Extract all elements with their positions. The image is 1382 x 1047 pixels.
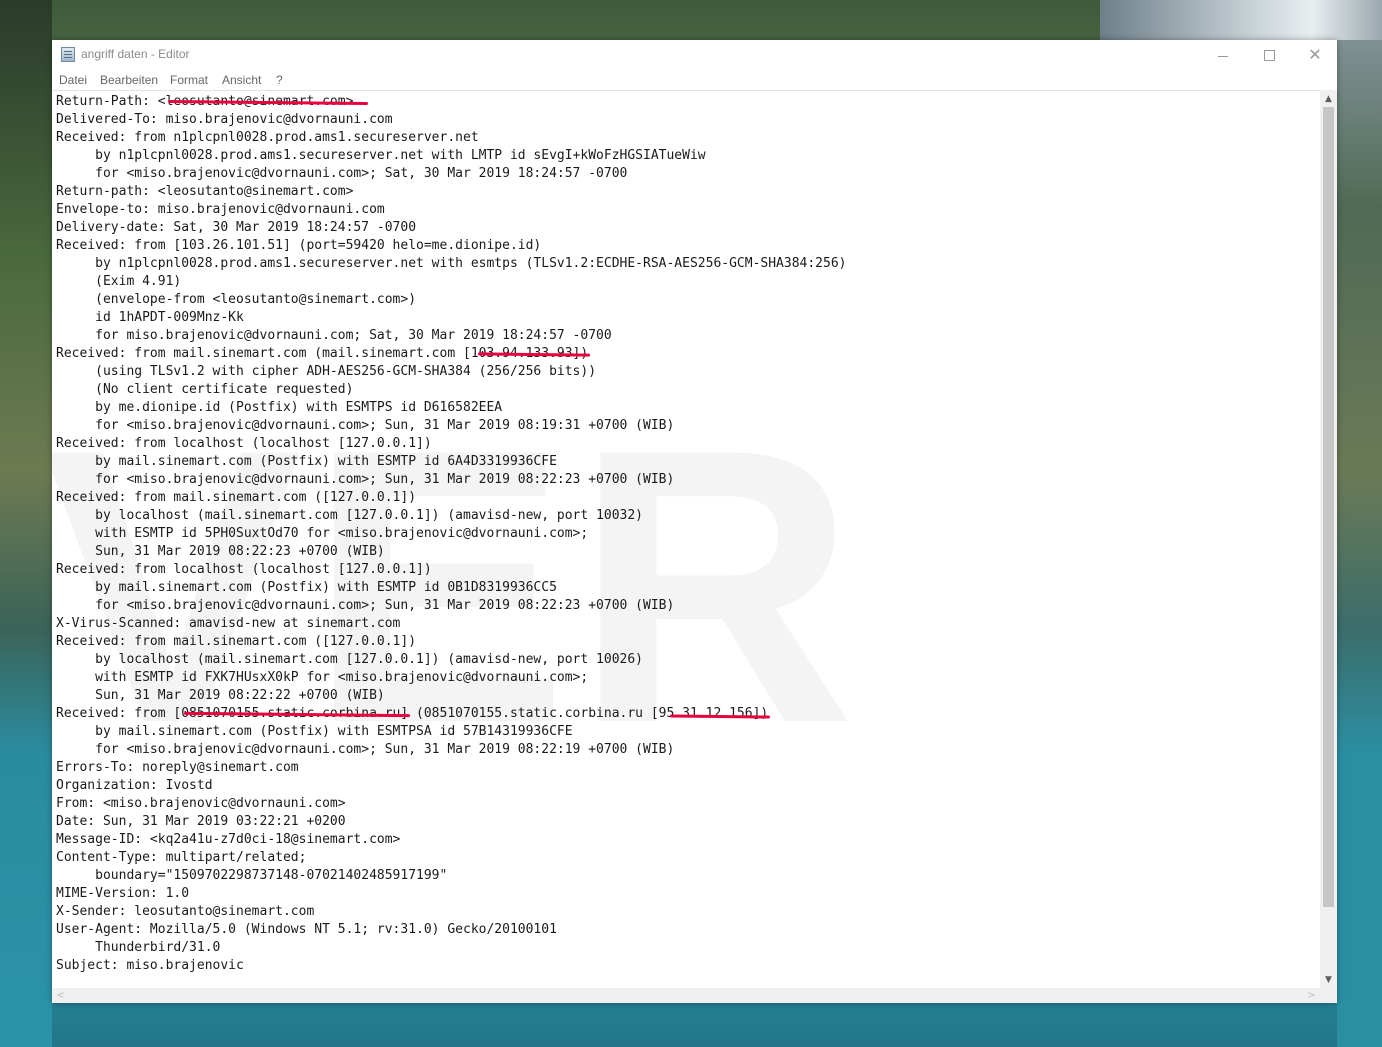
text-line: with ESMTP id FXK7HUsxX0kP for <miso.bra… <box>56 670 589 685</box>
text-line: Subject: miso.brajenovic <box>56 958 244 973</box>
menu-bearbeiten[interactable]: Bearbeiten <box>100 73 158 87</box>
text-line: Received: from [103.26.101.51] (port=594… <box>56 238 542 253</box>
text-line: Received: from localhost (localhost [127… <box>56 436 432 451</box>
vertical-scrollbar[interactable]: ▲ ▼ <box>1320 90 1337 988</box>
text-line: Sun, 31 Mar 2019 08:22:22 +0700 (WIB) <box>56 688 385 703</box>
text-line: with ESMTP id 5PH0SuxtOd70 for <miso.bra… <box>56 526 589 541</box>
text-line: Date: Sun, 31 Mar 2019 03:22:21 +0200 <box>56 814 346 829</box>
text-line: Return-path: <leosutanto@sinemart.com> <box>56 184 354 199</box>
desktop-wallpaper-left <box>0 0 52 1047</box>
text-line: for miso.brajenovic@dvornauni.com; Sat, … <box>56 328 612 343</box>
menu-help[interactable]: ? <box>276 73 283 87</box>
text-line: Envelope-to: miso.brajenovic@dvornauni.c… <box>56 202 385 217</box>
close-button[interactable]: ✕ <box>1292 40 1338 70</box>
text-line: boundary="1509702298737148-0702140248591… <box>56 868 448 883</box>
text-line: for <miso.brajenovic@dvornauni.com>; Sat… <box>56 166 628 181</box>
menu-format[interactable]: Format <box>170 73 208 87</box>
text-line: Thunderbird/31.0 <box>56 940 221 955</box>
minimize-button[interactable] <box>1200 40 1246 70</box>
title-bar[interactable]: angriff daten - Editor ✕ <box>52 40 1337 70</box>
minimize-icon <box>1218 55 1228 57</box>
text-line: (envelope-from <leosutanto@sinemart.com>… <box>56 292 417 307</box>
text-line: Content-Type: multipart/related; <box>56 850 307 865</box>
text-line: X-Virus-Scanned: amavisd-new at sinemart… <box>56 616 401 631</box>
scroll-up-icon[interactable]: ▲ <box>1320 90 1337 107</box>
text-line: for <miso.brajenovic@dvornauni.com>; Sun… <box>56 472 675 487</box>
text-line: Delivered-To: miso.brajenovic@dvornauni.… <box>56 112 393 127</box>
maximize-button[interactable] <box>1246 40 1292 70</box>
text-line: by localhost (mail.sinemart.com [127.0.0… <box>56 508 643 523</box>
resize-grip[interactable] <box>1320 988 1337 1003</box>
text-line: by localhost (mail.sinemart.com [127.0.0… <box>56 652 643 667</box>
text-line: (Exim 4.91) <box>56 274 182 289</box>
menu-ansicht[interactable]: Ansicht <box>222 73 261 87</box>
scroll-down-icon[interactable]: ▼ <box>1320 971 1337 988</box>
text-line: Received: from n1plcpnl0028.prod.ams1.se… <box>56 130 479 145</box>
desktop-wallpaper-mountain <box>1100 0 1382 40</box>
menu-datei[interactable]: Datei <box>59 73 87 87</box>
notepad-app-icon[interactable] <box>61 47 75 62</box>
text-line: Errors-To: noreply@sinemart.com <box>56 760 299 775</box>
text-line: Delivery-date: Sat, 30 Mar 2019 18:24:57… <box>56 220 417 235</box>
text-line: by me.dionipe.id (Postfix) with ESMTPS i… <box>56 400 503 415</box>
text-line: for <miso.brajenovic@dvornauni.com>; Sun… <box>56 598 675 613</box>
text-line: Sun, 31 Mar 2019 08:22:23 +0700 (WIB) <box>56 544 385 559</box>
text-line: Received: from [0851070155.static.corbin… <box>56 706 769 721</box>
text-line: Received: from mail.sinemart.com ([127.0… <box>56 634 417 649</box>
email-header-text[interactable]: Return-Path: <leosutanto@sinemart.com> D… <box>56 93 847 975</box>
text-line: Message-ID: <kq2a41u-z7d0ci-18@sinemart.… <box>56 832 401 847</box>
text-editor-area[interactable]: VER Return-Path: <leosutanto@sinemart.co… <box>52 90 1320 989</box>
text-line: User-Agent: Mozilla/5.0 (Windows NT 5.1;… <box>56 922 557 937</box>
text-line: id 1hAPDT-009Mnz-Kk <box>56 310 244 325</box>
scroll-left-icon[interactable]: < <box>52 988 69 1003</box>
text-line: Received: from mail.sinemart.com ([127.0… <box>56 490 417 505</box>
close-icon: ✕ <box>1308 45 1322 64</box>
scroll-right-icon[interactable]: > <box>1303 988 1320 1003</box>
vertical-scroll-thumb[interactable] <box>1323 107 1334 907</box>
text-line: X-Sender: leosutanto@sinemart.com <box>56 904 315 919</box>
desktop-wallpaper-right <box>1337 0 1382 1047</box>
text-line: by mail.sinemart.com (Postfix) with ESMT… <box>56 724 573 739</box>
window-title: angriff daten - Editor <box>81 47 190 61</box>
maximize-icon <box>1263 49 1275 61</box>
text-line: Organization: Ivostd <box>56 778 213 793</box>
text-line: for <miso.brajenovic@dvornauni.com>; Sun… <box>56 418 675 433</box>
text-line: by n1plcpnl0028.prod.ams1.secureserver.n… <box>56 148 706 163</box>
text-line: (using TLSv1.2 with cipher ADH-AES256-GC… <box>56 364 597 379</box>
text-line: Received: from localhost (localhost [127… <box>56 562 432 577</box>
notepad-window: angriff daten - Editor ✕ Datei Bearbeite… <box>52 40 1337 1003</box>
text-line: (No client certificate requested) <box>56 382 354 397</box>
text-line: MIME-Version: 1.0 <box>56 886 190 901</box>
text-line: by mail.sinemart.com (Postfix) with ESMT… <box>56 580 557 595</box>
menu-bar: Datei Bearbeiten Format Ansicht ? <box>52 70 1337 90</box>
text-line: by mail.sinemart.com (Postfix) with ESMT… <box>56 454 557 469</box>
text-line: for <miso.brajenovic@dvornauni.com>; Sun… <box>56 742 675 757</box>
text-line: From: <miso.brajenovic@dvornauni.com> <box>56 796 346 811</box>
text-line: by n1plcpnl0028.prod.ams1.secureserver.n… <box>56 256 847 271</box>
horizontal-scrollbar[interactable]: < > <box>52 988 1320 1003</box>
